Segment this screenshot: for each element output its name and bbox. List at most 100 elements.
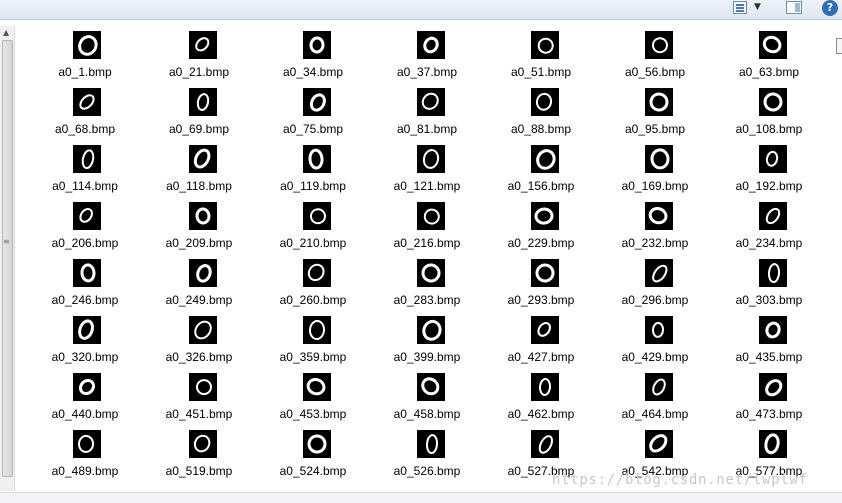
file-item[interactable]: a0_156.bmp <box>489 145 593 202</box>
image-thumbnail <box>73 202 101 230</box>
file-item[interactable]: a0_21.bmp <box>147 31 251 88</box>
file-name-label: a0_296.bmp <box>621 293 689 307</box>
file-item[interactable]: a0_234.bmp <box>717 202 821 259</box>
file-item[interactable]: a0_524.bmp <box>261 430 365 487</box>
help-icon[interactable]: ? <box>822 0 838 16</box>
file-item[interactable]: a0_37.bmp <box>375 31 479 88</box>
image-thumbnail <box>417 145 445 173</box>
image-thumbnail <box>531 316 559 344</box>
file-item[interactable]: a0_206.bmp <box>33 202 137 259</box>
file-name-label: a0_359.bmp <box>279 350 347 364</box>
image-thumbnail <box>759 88 787 116</box>
file-item[interactable]: a0_473.bmp <box>717 373 821 430</box>
image-thumbnail <box>303 88 331 116</box>
file-item[interactable]: a0_429.bmp <box>603 316 707 373</box>
file-item[interactable]: a0_435.bmp <box>717 316 821 373</box>
file-item[interactable]: a0_121.bmp <box>375 145 479 202</box>
image-thumbnail <box>759 430 787 458</box>
file-item[interactable]: a0_326.bmp <box>147 316 251 373</box>
file-item[interactable]: a0_464.bmp <box>603 373 707 430</box>
image-thumbnail <box>645 373 673 401</box>
file-item[interactable]: a0_34.bmp <box>261 31 365 88</box>
file-item[interactable]: a0_519.bmp <box>147 430 251 487</box>
image-thumbnail <box>417 88 445 116</box>
file-item[interactable]: a0_229.bmp <box>489 202 593 259</box>
image-thumbnail <box>759 145 787 173</box>
file-item[interactable]: a0_108.bmp <box>717 88 821 145</box>
file-item[interactable]: a0_303.bmp <box>717 259 821 316</box>
file-item[interactable]: a0_51.bmp <box>489 31 593 88</box>
file-name-label: a0_114.bmp <box>52 179 118 193</box>
file-name-label: a0_462.bmp <box>507 407 575 421</box>
file-item[interactable]: a0_399.bmp <box>375 316 479 373</box>
image-thumbnail <box>645 88 673 116</box>
scrollbar-thumb[interactable] <box>2 40 13 477</box>
file-item[interactable]: a0_260.bmp <box>261 259 365 316</box>
image-thumbnail <box>645 259 673 287</box>
image-thumbnail <box>73 31 101 59</box>
file-name-label: a0_232.bmp <box>621 236 689 250</box>
file-item[interactable]: a0_458.bmp <box>375 373 479 430</box>
file-item[interactable]: a0_293.bmp <box>489 259 593 316</box>
file-item[interactable]: a0_453.bmp <box>261 373 365 430</box>
file-item[interactable]: a0_119.bmp <box>261 145 365 202</box>
file-item[interactable]: a0_489.bmp <box>33 430 137 487</box>
file-name-label: a0_21.bmp <box>168 65 230 79</box>
file-item[interactable]: a0_440.bmp <box>33 373 137 430</box>
image-thumbnail <box>531 145 559 173</box>
image-thumbnail <box>759 316 787 344</box>
file-name-label: a0_192.bmp <box>735 179 803 193</box>
file-item[interactable]: a0_210.bmp <box>261 202 365 259</box>
file-item[interactable]: a0_118.bmp <box>147 145 251 202</box>
image-thumbnail <box>303 145 331 173</box>
file-item[interactable]: a0_63.bmp <box>717 31 821 88</box>
scrollbar-grip-icon: ≡ <box>3 237 10 246</box>
file-name-label: a0_249.bmp <box>165 293 233 307</box>
file-item[interactable]: a0_526.bmp <box>375 430 479 487</box>
file-item[interactable]: a0_249.bmp <box>147 259 251 316</box>
file-item[interactable]: a0_95.bmp <box>603 88 707 145</box>
file-name-label: a0_429.bmp <box>621 350 689 364</box>
right-scroll-edge[interactable] <box>836 38 842 54</box>
file-item[interactable]: a0_232.bmp <box>603 202 707 259</box>
file-item[interactable]: a0_283.bmp <box>375 259 479 316</box>
file-item[interactable]: a0_192.bmp <box>717 145 821 202</box>
image-thumbnail <box>417 430 445 458</box>
file-item[interactable]: a0_1.bmp <box>33 31 137 88</box>
file-item[interactable]: a0_209.bmp <box>147 202 251 259</box>
preview-pane-icon[interactable] <box>786 1 802 14</box>
file-item[interactable]: a0_216.bmp <box>375 202 479 259</box>
image-thumbnail <box>759 259 787 287</box>
file-name-label: a0_293.bmp <box>507 293 575 307</box>
image-thumbnail <box>645 316 673 344</box>
file-item[interactable]: a0_427.bmp <box>489 316 593 373</box>
file-item[interactable]: a0_88.bmp <box>489 88 593 145</box>
image-thumbnail <box>303 202 331 230</box>
file-name-label: a0_108.bmp <box>735 122 803 136</box>
file-item[interactable]: a0_68.bmp <box>33 88 137 145</box>
file-name-label: a0_118.bmp <box>166 179 232 193</box>
file-item[interactable]: a0_296.bmp <box>603 259 707 316</box>
file-name-label: a0_169.bmp <box>621 179 689 193</box>
file-item[interactable]: a0_56.bmp <box>603 31 707 88</box>
file-item[interactable]: a0_462.bmp <box>489 373 593 430</box>
file-item[interactable]: a0_69.bmp <box>147 88 251 145</box>
file-item[interactable]: a0_246.bmp <box>33 259 137 316</box>
file-name-label: a0_119.bmp <box>280 179 346 193</box>
file-item[interactable]: a0_451.bmp <box>147 373 251 430</box>
file-item[interactable]: a0_320.bmp <box>33 316 137 373</box>
view-options-icon[interactable] <box>733 1 747 14</box>
image-thumbnail <box>189 316 217 344</box>
scroll-up-arrow-icon[interactable]: ▲ <box>3 29 9 37</box>
file-name-label: a0_524.bmp <box>279 464 347 478</box>
image-thumbnail <box>73 316 101 344</box>
chevron-down-icon[interactable]: ▼ <box>754 1 761 13</box>
file-item[interactable]: a0_169.bmp <box>603 145 707 202</box>
file-item[interactable]: a0_81.bmp <box>375 88 479 145</box>
vertical-scrollbar[interactable]: ▲ ≡ <box>0 26 15 491</box>
file-name-label: a0_81.bmp <box>396 122 458 136</box>
file-item[interactable]: a0_75.bmp <box>261 88 365 145</box>
file-item[interactable]: a0_114.bmp <box>33 145 137 202</box>
file-name-label: a0_326.bmp <box>165 350 233 364</box>
file-item[interactable]: a0_359.bmp <box>261 316 365 373</box>
